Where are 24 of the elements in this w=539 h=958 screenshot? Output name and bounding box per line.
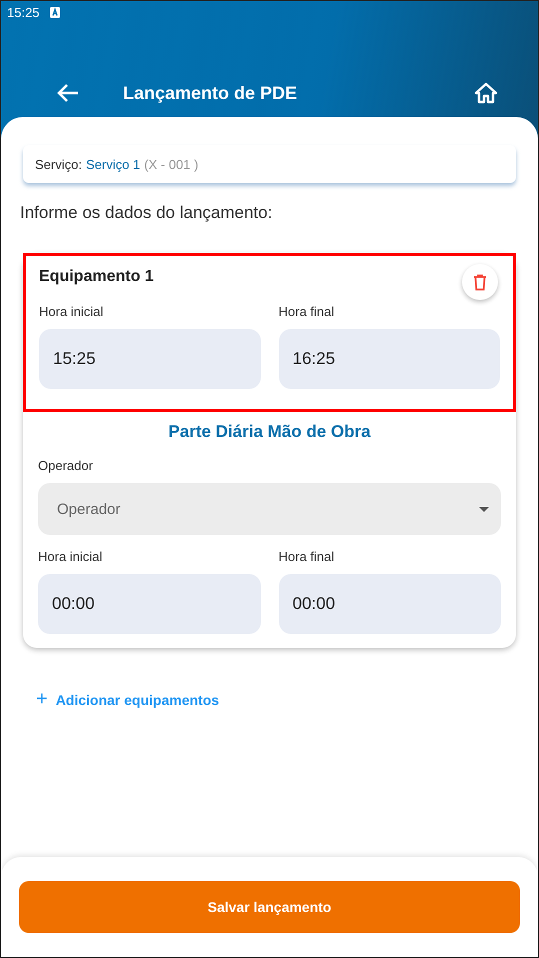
trash-icon xyxy=(473,274,487,290)
time-field[interactable]: 00:00 xyxy=(38,574,260,634)
operator-dropdown[interactable]: Operador xyxy=(38,483,501,535)
back-arrow-icon[interactable] xyxy=(57,84,79,102)
field-label: Hora inicial xyxy=(39,304,104,319)
time-field[interactable]: 16:25 xyxy=(278,329,500,389)
field-label: Operador xyxy=(38,458,94,473)
instructions-text: Informe os dados do lançamento: xyxy=(20,203,274,223)
page-title: Lançamento de PDE xyxy=(123,82,298,104)
notification-icon xyxy=(50,6,60,18)
field-label: Hora final xyxy=(278,549,336,564)
field-label: Hora final xyxy=(278,304,336,319)
service-label: Serviço: xyxy=(35,156,82,172)
status-time: 15:25 xyxy=(7,4,40,20)
service-name: Serviço 1 xyxy=(86,156,140,172)
field-label: Hora inicial xyxy=(38,549,104,564)
time-field[interactable]: 00:00 xyxy=(278,574,501,634)
service-code: (X - 001 ) xyxy=(144,156,198,172)
equipment-title: Equipamento 1 xyxy=(39,268,154,286)
home-icon[interactable] xyxy=(474,82,498,104)
time-field[interactable]: 15:25 xyxy=(39,329,260,389)
delete-button[interactable] xyxy=(462,264,498,300)
section-title: Parte Diária Mão de Obra xyxy=(167,422,372,442)
dropdown-caret-icon xyxy=(479,506,489,512)
